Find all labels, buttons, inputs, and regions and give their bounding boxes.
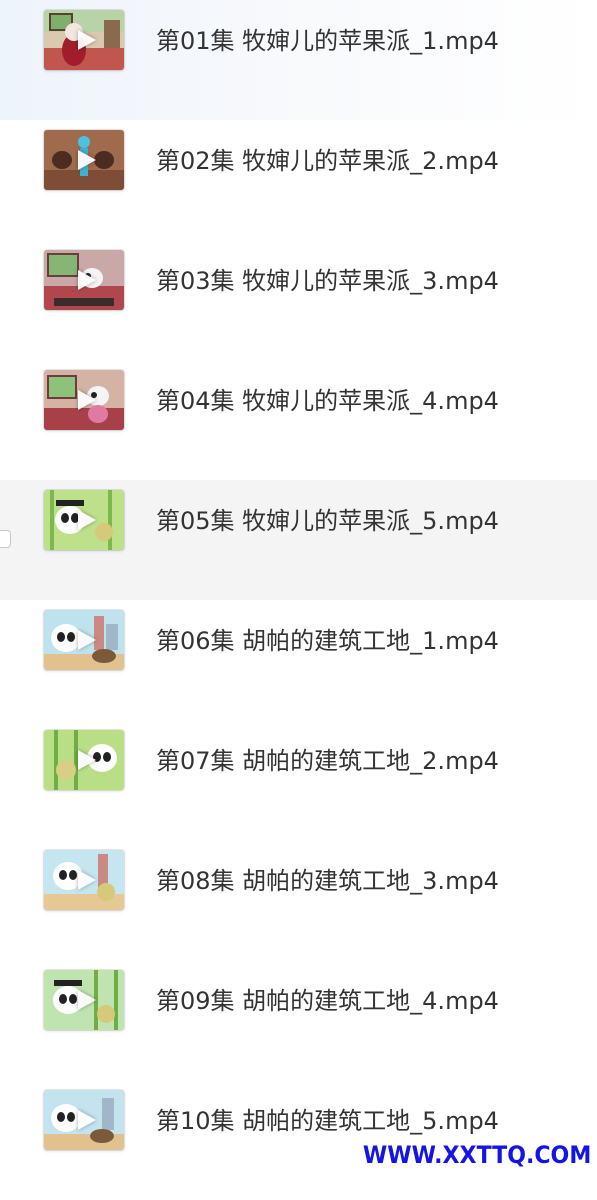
file-row[interactable]: 第06集 胡帕的建筑工地_1.mp4 <box>0 600 597 720</box>
file-name[interactable]: 第05集 牧婶儿的苹果派_5.mp4 <box>156 504 499 538</box>
file-name[interactable]: 第01集 牧婶儿的苹果派_1.mp4 <box>156 24 499 58</box>
video-thumbnail[interactable] <box>44 130 124 190</box>
file-name[interactable]: 第06集 胡帕的建筑工地_1.mp4 <box>156 624 499 658</box>
play-icon <box>78 870 96 890</box>
video-thumbnail[interactable] <box>44 1090 124 1150</box>
play-icon <box>78 30 96 50</box>
file-row[interactable]: 第01集 牧婶儿的苹果派_1.mp4 <box>0 0 597 120</box>
play-icon <box>78 1110 96 1130</box>
file-row[interactable]: 第10集 胡帕的建筑工地_5.mp4 <box>0 1080 597 1200</box>
play-icon <box>78 990 96 1010</box>
file-name[interactable]: 第07集 胡帕的建筑工地_2.mp4 <box>156 744 499 778</box>
video-thumbnail[interactable] <box>44 10 124 70</box>
video-thumbnail[interactable] <box>44 490 124 550</box>
play-icon <box>78 390 96 410</box>
file-row[interactable]: 第03集 牧婶儿的苹果派_3.mp4 <box>0 240 597 360</box>
play-icon <box>78 150 96 170</box>
file-list: 第01集 牧婶儿的苹果派_1.mp4 第02集 牧婶儿的苹果派_2.mp4 第0… <box>0 0 597 1200</box>
file-row[interactable]: 第05集 牧婶儿的苹果派_5.mp4 <box>0 480 597 600</box>
play-icon <box>78 630 96 650</box>
video-thumbnail[interactable] <box>44 730 124 790</box>
video-thumbnail[interactable] <box>44 610 124 670</box>
file-row[interactable]: 第02集 牧婶儿的苹果派_2.mp4 <box>0 120 597 240</box>
file-name[interactable]: 第02集 牧婶儿的苹果派_2.mp4 <box>156 144 499 178</box>
file-name[interactable]: 第10集 胡帕的建筑工地_5.mp4 <box>156 1104 499 1138</box>
file-row[interactable]: 第07集 胡帕的建筑工地_2.mp4 <box>0 720 597 840</box>
play-icon <box>78 270 96 290</box>
file-row[interactable]: 第08集 胡帕的建筑工地_3.mp4 <box>0 840 597 960</box>
video-thumbnail[interactable] <box>44 970 124 1030</box>
file-name[interactable]: 第08集 胡帕的建筑工地_3.mp4 <box>156 864 499 898</box>
file-name[interactable]: 第09集 胡帕的建筑工地_4.mp4 <box>156 984 499 1018</box>
video-thumbnail[interactable] <box>44 370 124 430</box>
file-name[interactable]: 第04集 牧婶儿的苹果派_4.mp4 <box>156 384 499 418</box>
checkbox-icon[interactable] <box>0 530 11 548</box>
play-icon <box>78 750 96 770</box>
watermark: WWW.XXTTQ.COM <box>362 1141 591 1169</box>
play-icon <box>78 510 96 530</box>
video-thumbnail[interactable] <box>44 250 124 310</box>
file-row[interactable]: 第04集 牧婶儿的苹果派_4.mp4 <box>0 360 597 480</box>
file-row[interactable]: 第09集 胡帕的建筑工地_4.mp4 <box>0 960 597 1080</box>
file-name[interactable]: 第03集 牧婶儿的苹果派_3.mp4 <box>156 264 499 298</box>
video-thumbnail[interactable] <box>44 850 124 910</box>
